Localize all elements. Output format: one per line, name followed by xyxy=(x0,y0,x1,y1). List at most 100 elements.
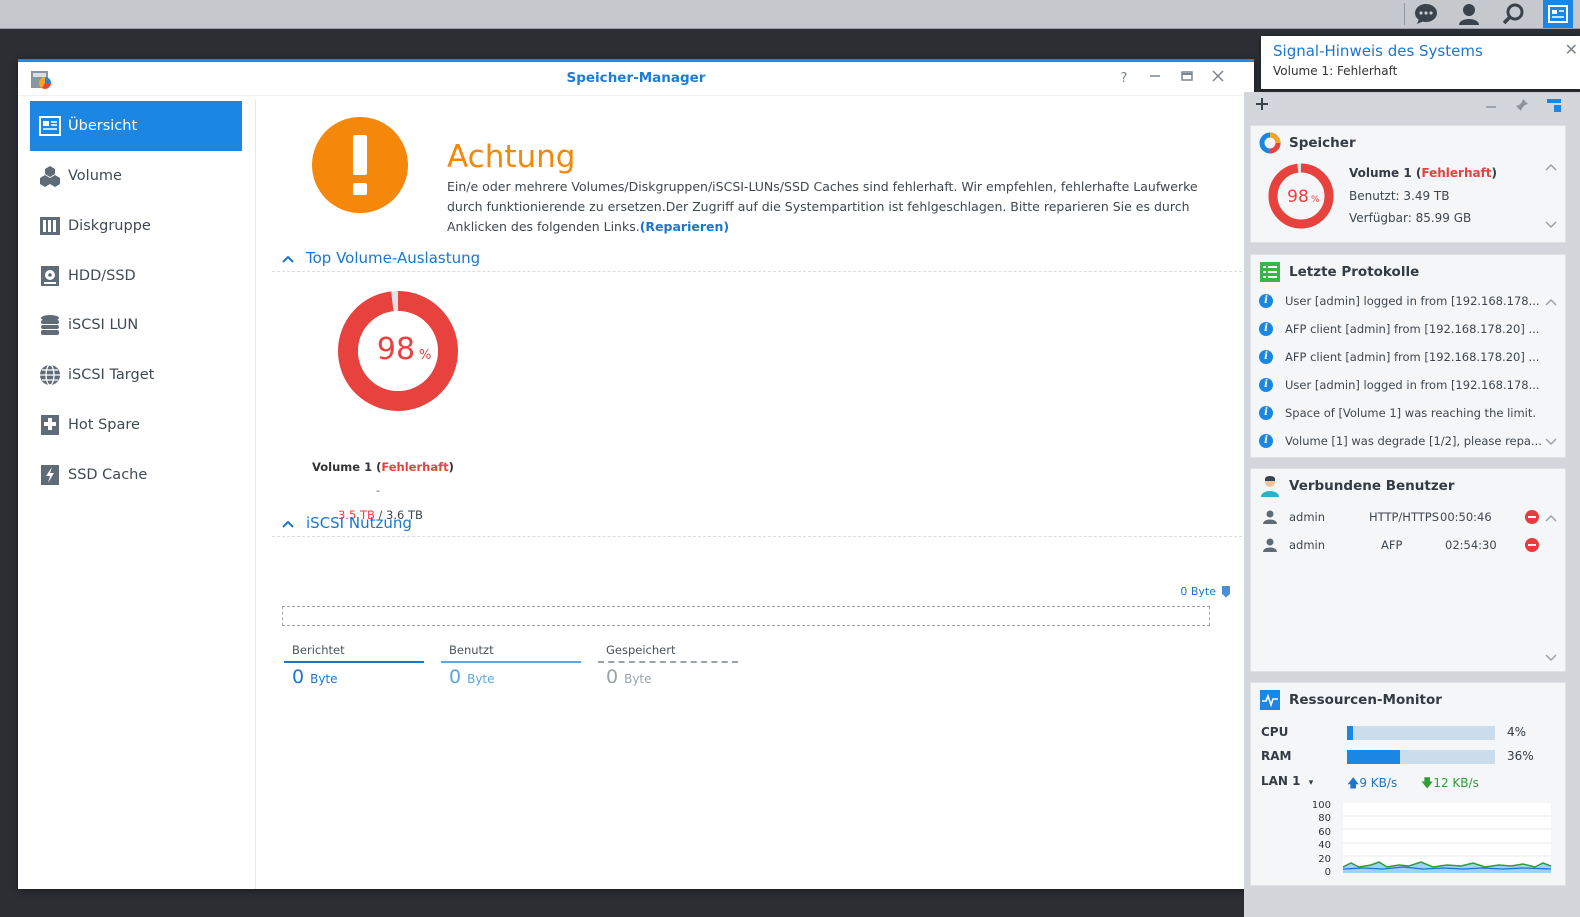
user-row: admin HTTP/HTTPS 00:50:46 xyxy=(1259,503,1549,531)
storage-widget-title: Speicher xyxy=(1289,135,1356,151)
legend-value: 0 Byte xyxy=(284,663,424,688)
system-notification[interactable]: Signal-Hinweis des Systems Volume 1: Feh… xyxy=(1261,36,1580,89)
upload-value: 9 KB/s xyxy=(1359,776,1398,790)
sidebar-item-label: Übersicht xyxy=(68,118,138,134)
chevron-down-icon[interactable] xyxy=(1545,435,1557,449)
lan-label: LAN 1 xyxy=(1261,774,1301,788)
cpu-bar xyxy=(1347,726,1495,740)
arrow-down-icon: 🡇 xyxy=(1421,776,1434,790)
marker-icon xyxy=(1222,585,1230,598)
sidebar-item-ssd-cache[interactable]: SSD Cache xyxy=(30,450,242,500)
pin-icon[interactable] xyxy=(1515,97,1529,116)
legend-number: 0 xyxy=(449,666,462,688)
log-item: i AFP client [admin] from [192.168.178.20… xyxy=(1259,315,1549,343)
network-chart xyxy=(1343,803,1551,873)
sidebar-item-hot-spare[interactable]: Hot Spare xyxy=(30,400,242,450)
close-button[interactable] xyxy=(1209,70,1227,88)
connected-users-widget: Verbundene Benutzer admin HTTP/HTTPS 00:… xyxy=(1250,468,1566,672)
chevron-up-icon[interactable] xyxy=(1545,511,1557,525)
minimize-panel-icon[interactable] xyxy=(1484,98,1498,117)
user-protocol: AFP xyxy=(1381,538,1403,552)
overview-content: Achtung Ein/e oder mehrere Volumes/Diskg… xyxy=(272,99,1254,889)
widget-panel-toolbar xyxy=(1244,92,1580,120)
sidebar-item-iscsi-target[interactable]: iSCSI Target xyxy=(30,350,242,400)
info-icon: i xyxy=(1259,350,1273,364)
legend-label: Gespeichert xyxy=(606,643,676,657)
user-avatar-icon xyxy=(1259,475,1281,497)
sidebar-item-volume[interactable]: Volume xyxy=(30,151,242,201)
chevron-up-icon[interactable] xyxy=(1545,160,1557,174)
list-icon xyxy=(1259,261,1281,283)
warning-heading: Achtung xyxy=(447,139,576,175)
users-widget-title: Verbundene Benutzer xyxy=(1289,478,1455,494)
disk-group-icon xyxy=(38,214,62,238)
chevron-up-icon[interactable] xyxy=(1545,295,1557,309)
disconnect-icon[interactable] xyxy=(1525,510,1539,524)
sidebar-item-label: iSCSI Target xyxy=(68,367,155,383)
info-icon: i xyxy=(1259,434,1273,448)
lan-selector[interactable]: LAN 1 ▾ xyxy=(1261,774,1313,788)
ram-label: RAM xyxy=(1261,749,1292,763)
log-item: i AFP client [admin] from [192.168.178.20… xyxy=(1259,343,1549,371)
disconnect-icon[interactable] xyxy=(1525,538,1539,552)
minimize-button[interactable] xyxy=(1146,70,1164,88)
log-text: AFP client [admin] from [192.168.178.20]… xyxy=(1285,322,1540,336)
y-tick: 40 xyxy=(1318,840,1331,852)
warning-text: Ein/e oder mehrere Volumes/Diskgruppen/i… xyxy=(447,179,1198,234)
log-text: User [admin] logged in from [192.168.178… xyxy=(1285,294,1540,308)
chevron-down-icon[interactable] xyxy=(1545,218,1557,232)
search-icon[interactable] xyxy=(1500,1,1526,27)
logs-widget-title: Letzte Protokolle xyxy=(1289,264,1420,280)
iscsi-top-value: 0 Byte xyxy=(1180,585,1230,598)
resource-widget-header: Ressourcen-Monitor xyxy=(1259,689,1442,711)
y-tick: 80 xyxy=(1318,813,1331,825)
y-tick: 0 xyxy=(1324,867,1331,879)
user-name: admin xyxy=(1289,538,1326,552)
sidebar-item-label: iSCSI LUN xyxy=(68,317,139,333)
arrow-up-icon: 🡅 xyxy=(1347,776,1360,790)
repair-link[interactable]: (Reparieren) xyxy=(640,219,729,234)
maximize-button[interactable] xyxy=(1178,70,1196,88)
chat-icon[interactable] xyxy=(1413,1,1439,27)
iscsi-usage-bar xyxy=(282,606,1210,626)
sidebar-item-diskgroup[interactable]: Diskgruppe xyxy=(30,201,242,251)
volume-usage-header[interactable]: Top Volume-Auslastung xyxy=(282,249,480,267)
resource-monitor-widget: Ressourcen-Monitor CPU 4% RAM 36% LAN 1 … xyxy=(1250,682,1566,886)
legend-stored: Gespeichert 0 Byte xyxy=(598,643,738,688)
user-time: 00:50:46 xyxy=(1440,510,1492,524)
legend-number: 0 xyxy=(606,666,619,688)
add-widget-icon[interactable] xyxy=(1254,96,1270,116)
legend-value: 0 Byte xyxy=(441,663,581,688)
log-item: i Volume [1] was degrade [1/2], please re… xyxy=(1259,427,1549,455)
storage-pie-icon xyxy=(1259,132,1281,154)
window-title: Speicher-Manager xyxy=(566,70,706,86)
monitor-pulse-icon xyxy=(1259,689,1281,711)
legend-number: 0 xyxy=(292,666,305,688)
section-divider xyxy=(272,271,1242,272)
log-text: Space of [Volume 1] was reaching the lim… xyxy=(1285,406,1537,420)
sidebar-item-label: Diskgruppe xyxy=(68,218,151,234)
widgets-icon[interactable] xyxy=(1543,0,1573,28)
caret-down-icon: ▾ xyxy=(1308,778,1314,788)
panel-layout-icon[interactable] xyxy=(1546,97,1562,117)
legend-reported: Berichtet 0 Byte xyxy=(284,643,424,688)
storage-widget: Speicher 98 % Volume 1 (Fehlerhaft) Benu… xyxy=(1250,125,1566,243)
sidebar-item-iscsi-lun[interactable]: iSCSI LUN xyxy=(30,300,242,350)
section-divider xyxy=(272,536,1242,537)
sidebar-item-overview[interactable]: Übersicht xyxy=(30,101,242,151)
iscsi-usage-header[interactable]: iSCSI Nutzung xyxy=(282,514,412,532)
ram-percent: 36% xyxy=(1507,749,1534,763)
sidebar: Übersicht Volume Diskgruppe HDD/SSD iSCS… xyxy=(18,99,256,889)
notification-message: Volume 1: Fehlerhaft xyxy=(1273,64,1398,78)
close-icon[interactable]: ✕ xyxy=(1565,40,1578,59)
resource-widget-title: Ressourcen-Monitor xyxy=(1289,692,1442,708)
window-titlebar[interactable]: Speicher-Manager ? xyxy=(18,62,1254,96)
help-button[interactable]: ? xyxy=(1115,70,1133,88)
sidebar-item-hdd-ssd[interactable]: HDD/SSD xyxy=(30,251,242,301)
chevron-down-icon[interactable] xyxy=(1545,651,1557,665)
warning-icon xyxy=(312,117,408,213)
user-icon[interactable] xyxy=(1456,1,1482,27)
user-protocol: HTTP/HTTPS xyxy=(1369,510,1440,524)
volume-usage-title: Top Volume-Auslastung xyxy=(306,249,481,267)
info-icon: i xyxy=(1259,322,1273,336)
